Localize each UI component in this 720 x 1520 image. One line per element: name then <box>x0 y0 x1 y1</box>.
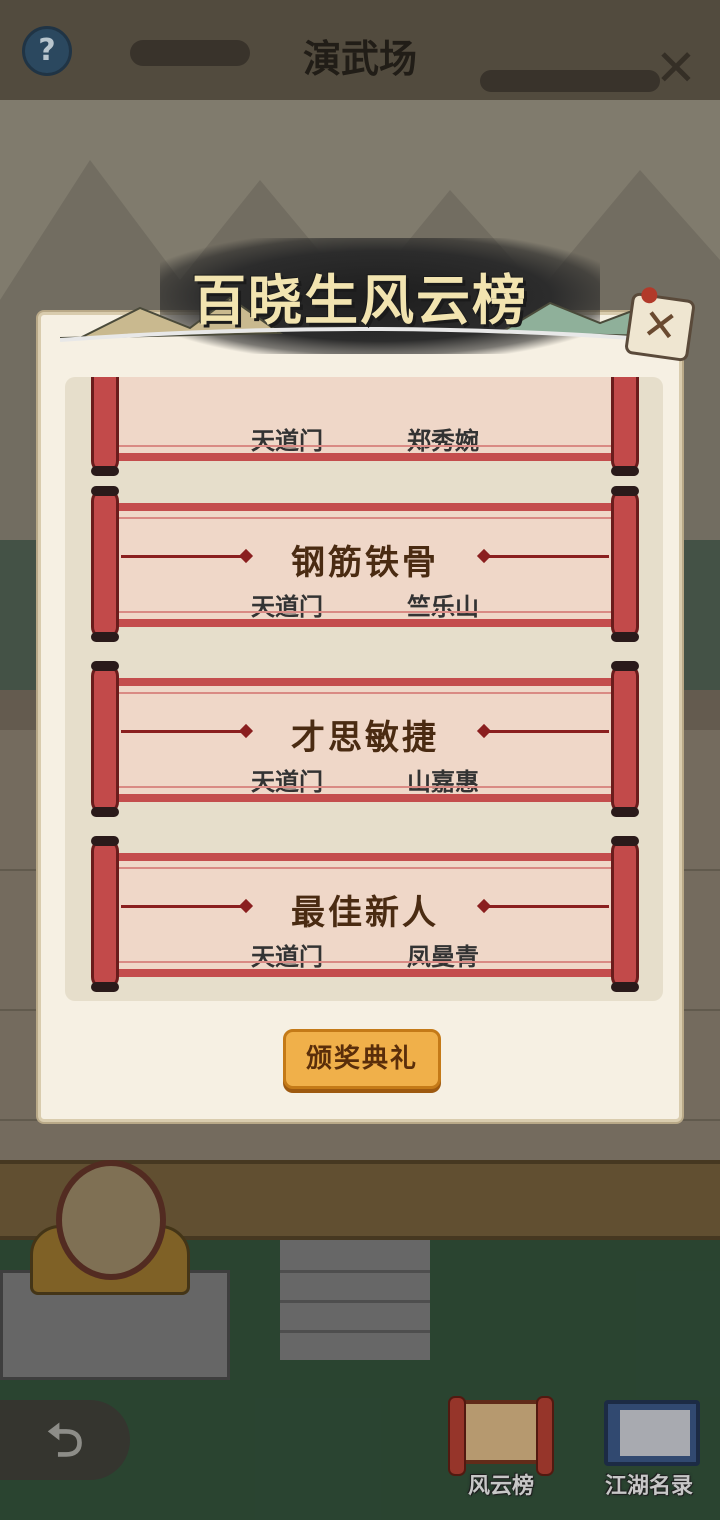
scroll-roller <box>91 486 119 642</box>
close-icon: ✕ <box>639 298 682 353</box>
award-scroll: 才思敏捷 天道门 山嘉惠 <box>91 661 639 817</box>
award-scroll: 钢筋铁骨 天道门 竺乐山 <box>91 486 639 642</box>
divider <box>121 555 241 558</box>
awards-list[interactable]: 天道门 郑秀婉 钢筋铁骨 天道门 竺乐山 才思敏捷 天道门 山嘉惠 最佳新人 天… <box>65 377 663 1001</box>
award-title: 才思敏捷 <box>291 718 439 758</box>
modal-close-button[interactable]: ✕ <box>623 286 697 363</box>
rankings-modal: 天道门 郑秀婉 钢筋铁骨 天道门 竺乐山 才思敏捷 天道门 山嘉惠 最佳新人 天… <box>38 312 682 1122</box>
scroll-roller <box>91 661 119 817</box>
award-scroll: 天道门 郑秀婉 <box>91 377 639 476</box>
award-scroll: 最佳新人 天道门 凤曼青 <box>91 836 639 992</box>
award-winner: 山嘉惠 <box>407 768 479 796</box>
divider <box>489 730 609 733</box>
divider <box>489 905 609 908</box>
divider-dot <box>238 548 254 564</box>
divider-dot <box>476 898 492 914</box>
award-title: 最佳新人 <box>291 893 439 933</box>
scroll-roller <box>91 377 119 476</box>
award-winner: 郑秀婉 <box>407 427 479 455</box>
scroll-roller <box>611 661 639 817</box>
scroll-roller <box>611 836 639 992</box>
scroll-paper: 最佳新人 天道门 凤曼青 <box>117 853 613 977</box>
scroll-paper: 天道门 郑秀婉 <box>117 377 613 461</box>
divider-dot <box>238 723 254 739</box>
divider-dot <box>476 723 492 739</box>
scroll-roller <box>91 836 119 992</box>
award-ceremony-button[interactable]: 颁奖典礼 <box>283 1029 441 1089</box>
divider <box>121 730 241 733</box>
award-sect: 天道门 <box>251 427 323 455</box>
award-sect: 天道门 <box>251 943 323 971</box>
award-winner: 凤曼青 <box>407 943 479 971</box>
divider-dot <box>238 898 254 914</box>
modal-banner: 百晓生风云榜 <box>60 238 660 358</box>
scroll-roller <box>611 377 639 476</box>
scroll-roller <box>611 486 639 642</box>
award-sect: 天道门 <box>251 593 323 621</box>
divider-dot <box>476 548 492 564</box>
divider <box>121 905 241 908</box>
award-winner: 竺乐山 <box>407 593 479 621</box>
award-title: 钢筋铁骨 <box>291 543 439 583</box>
divider <box>489 555 609 558</box>
scroll-paper: 钢筋铁骨 天道门 竺乐山 <box>117 503 613 627</box>
award-sect: 天道门 <box>251 768 323 796</box>
scroll-paper: 才思敏捷 天道门 山嘉惠 <box>117 678 613 802</box>
modal-title: 百晓生风云榜 <box>192 268 528 332</box>
